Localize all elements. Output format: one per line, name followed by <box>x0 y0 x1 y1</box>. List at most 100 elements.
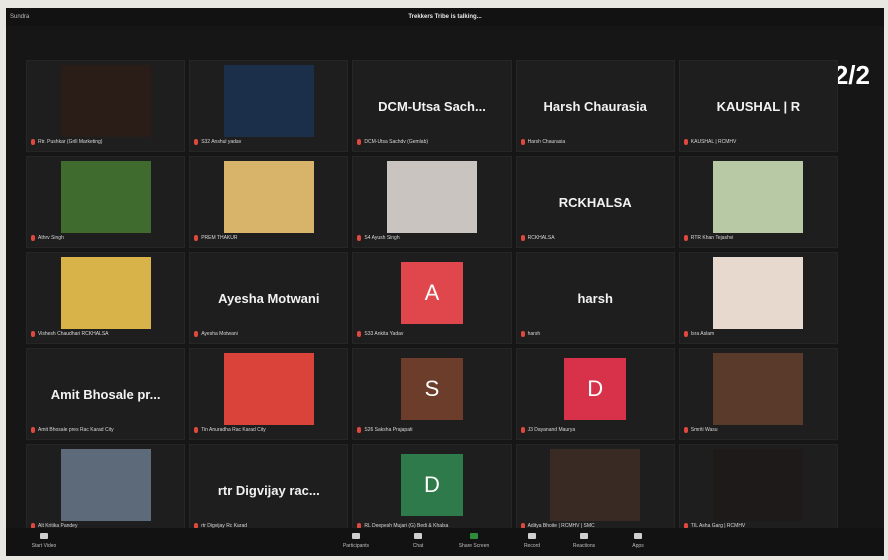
participant-name-caption: RTR Khan Tejashvi <box>683 234 833 243</box>
toolbar-button-share-screen[interactable]: Share Screen <box>454 531 494 549</box>
mic-muted-icon <box>520 330 525 337</box>
participant-name-text: harsh <box>527 331 541 337</box>
participant-video <box>60 161 151 233</box>
participant-tile[interactable]: Athrv Singh <box>26 156 186 248</box>
participant-tile[interactable]: D J3 Dayanand Maurya <box>515 348 675 440</box>
participant-tile[interactable]: D RL Deepesh Mujari (G) Bedi & Khalsa <box>352 444 512 536</box>
participant-tile[interactable]: Alt Kritika Pandey <box>26 444 186 536</box>
toolbar-button-participants[interactable]: Participants <box>336 531 376 549</box>
participant-tile[interactable]: Isra Aslam <box>678 252 838 344</box>
participant-name-caption: J3 Dayanand Maurya <box>520 426 670 435</box>
toolbar-button-video-off[interactable]: Start Video <box>24 531 64 549</box>
participant-tile[interactable]: Aditya Bhoite | RCMHV | SMC <box>515 444 675 536</box>
participant-name-text: DCM-Utsa Sachdv (Gemlab) <box>364 139 429 145</box>
participant-video <box>223 161 314 233</box>
mic-muted-icon <box>194 138 199 145</box>
toolbar-button-label: Reactions <box>572 543 596 549</box>
participant-tile[interactable]: Smriti Wasu <box>678 348 838 440</box>
meeting-window: Sundra Trekkers Tribe is talking... 2/2 … <box>6 8 884 556</box>
participant-video <box>223 353 314 425</box>
participant-tile[interactable]: Tin Anuradha Rac Karad City <box>189 348 349 440</box>
participant-name-caption: S32 Anshul yadav <box>194 138 343 147</box>
participant-display-name: harsh <box>577 290 613 306</box>
toolbar-button-apps[interactable]: Apps <box>618 531 658 549</box>
mic-muted-icon <box>520 234 525 241</box>
participant-name-caption: Rtr. Pushkar (Grill Marketing) <box>31 138 180 147</box>
participant-tile[interactable]: RCKHALSA RCKHALSA <box>515 156 675 248</box>
participant-name-caption: RCKHALSA <box>520 234 670 243</box>
participant-name-caption: Amit Bhosale pres Rac Karad City <box>31 426 180 435</box>
participant-video <box>550 449 641 521</box>
mic-muted-icon <box>31 426 35 433</box>
participant-tile[interactable]: harsh harsh <box>515 252 675 344</box>
participant-name-text: Harsh Chaurasia <box>527 139 566 145</box>
participant-video <box>713 353 804 425</box>
participant-video <box>60 257 151 329</box>
participant-tile[interactable]: TIL Asha Garg | RCMHV <box>678 444 838 536</box>
participant-tile[interactable]: PREM THAKUR <box>189 156 349 248</box>
record-icon <box>527 531 537 541</box>
toolbar-button-label: Start Video <box>31 543 57 549</box>
participant-tile[interactable]: Amit Bhosale pr... Amit Bhosale pres Rac … <box>26 348 186 440</box>
mic-muted-icon <box>683 138 688 145</box>
participant-tile[interactable]: DCM-Utsa Sach... DCM-Utsa Sachdv (Gemlab) <box>352 60 512 152</box>
participant-video <box>713 449 804 521</box>
participant-display-name: Harsh Chaurasia <box>543 98 647 114</box>
participant-name-caption: S33 Ankita Yadav <box>357 330 506 339</box>
toolbar-button-record[interactable]: Record <box>512 531 552 549</box>
participant-name-text: Isra Aslam <box>690 331 715 337</box>
participant-avatar-letter: A <box>400 262 463 324</box>
participant-tile[interactable]: S32 Anshul yadav <box>189 60 349 152</box>
participant-name-caption: KAUSHAL | RCMHV <box>683 138 833 147</box>
participant-tile[interactable]: RTR Khan Tejashvi <box>678 156 838 248</box>
mic-muted-icon <box>357 330 362 337</box>
participant-tile[interactable]: S4 Ayush Singh <box>352 156 512 248</box>
participant-tile[interactable]: Ayesha Motwani Ayesha Motwani <box>189 252 349 344</box>
chat-icon <box>413 531 423 541</box>
participant-display-name: Ayesha Motwani <box>218 290 320 306</box>
participant-name-caption: DCM-Utsa Sachdv (Gemlab) <box>357 138 506 147</box>
participant-display-name: Amit Bhosale pr... <box>50 386 161 402</box>
participant-name-caption: S4 Ayush Singh <box>357 234 506 243</box>
participant-video <box>713 257 804 329</box>
meeting-toolbar: Start Video Participants Chat Share Screen R… <box>6 528 884 556</box>
participant-tile[interactable]: Harsh Chaurasia Harsh Chaurasia <box>515 60 675 152</box>
participant-tile[interactable]: KAUSHAL | R KAUSHAL | RCMHV <box>678 60 838 152</box>
participant-name-caption: S26 Saksha Prajapati <box>357 426 506 435</box>
participant-name-text: Athrv Singh <box>38 235 64 241</box>
video-off-icon <box>39 531 49 541</box>
participant-name-text: KAUSHAL | RCMHV <box>690 139 737 145</box>
participant-name-text: Smriti Wasu <box>690 427 718 433</box>
participant-tile[interactable]: A S33 Ankita Yadav <box>352 252 512 344</box>
toolbar-button-label: Chat <box>412 543 424 549</box>
participant-name-text: S32 Anshul yadav <box>201 139 242 145</box>
participant-display-name: rtr Digvijay rac... <box>217 482 320 498</box>
participant-video <box>60 449 151 521</box>
participant-name-text: Amit Bhosale pres Rac Karad City <box>38 427 114 433</box>
mic-muted-icon <box>357 234 362 241</box>
mic-muted-icon <box>683 426 688 433</box>
participant-tile[interactable]: S S26 Saksha Prajapati <box>352 348 512 440</box>
participant-name-text: RTR Khan Tejashvi <box>690 235 734 241</box>
mic-muted-icon <box>520 138 525 145</box>
participant-name-text: S4 Ayush Singh <box>364 235 400 241</box>
participant-tile[interactable]: Vishesh Chaudhari RCKHALSA <box>26 252 186 344</box>
participant-tile[interactable]: Rtr. Pushkar (Grill Marketing) <box>26 60 186 152</box>
toolbar-button-label: Record <box>523 543 541 549</box>
toolbar-button-chat[interactable]: Chat <box>398 531 438 549</box>
participant-name-text: S33 Ankita Yadav <box>364 331 404 337</box>
participants-icon <box>351 531 361 541</box>
mic-muted-icon <box>357 138 362 145</box>
toolbar-button-reactions[interactable]: Reactions <box>564 531 604 549</box>
apps-icon <box>633 531 643 541</box>
participant-name-text: Vishesh Chaudhari RCKHALSA <box>38 331 109 337</box>
participant-gallery: Rtr. Pushkar (Grill Marketing) S32 Anshul… <box>26 60 838 536</box>
participant-avatar-letter: D <box>564 358 627 420</box>
participant-avatar-letter: S <box>400 358 463 420</box>
mic-muted-icon <box>31 138 35 145</box>
mic-muted-icon <box>194 330 199 337</box>
participant-tile[interactable]: rtr Digvijay rac... rtr Digvijay Rc Karad <box>189 444 349 536</box>
mic-muted-icon <box>194 426 199 433</box>
gallery-page-indicator[interactable]: 2/2 <box>834 60 870 91</box>
participant-display-name: KAUSHAL | R <box>716 98 801 114</box>
